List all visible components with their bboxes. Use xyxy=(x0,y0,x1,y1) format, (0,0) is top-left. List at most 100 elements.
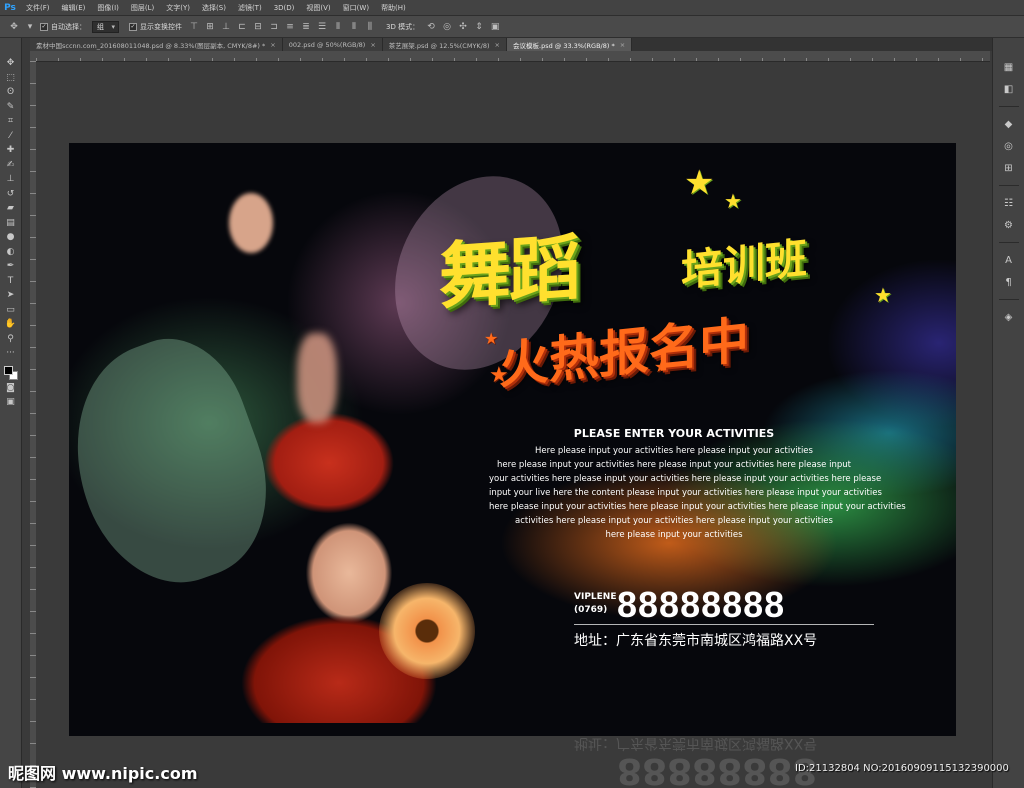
menu-3d[interactable]: 3D(D) xyxy=(268,4,301,12)
menu-help[interactable]: 帮助(H) xyxy=(375,3,412,13)
right-panel-strip: ▦ ◧ ◆ ◎ ⊞ ☷ ⚙ A ¶ ◈ xyxy=(992,38,1024,788)
slide-3d-icon[interactable]: ⇕ xyxy=(473,21,485,33)
brush-tool-icon[interactable]: ✍ xyxy=(3,158,19,173)
drag-3d-icon[interactable]: ✣ xyxy=(457,21,469,33)
pen-tool-icon[interactable]: ✒ xyxy=(3,259,19,274)
close-icon[interactable]: × xyxy=(495,41,500,49)
distribute-bottom-icon[interactable]: ☰ xyxy=(316,21,328,33)
hand-tool-icon[interactable]: ✋ xyxy=(3,317,19,332)
distribute-middle-icon[interactable]: ≣ xyxy=(300,21,312,33)
horizontal-ruler[interactable] xyxy=(36,51,990,62)
activities-line: your activities here please input your a… xyxy=(489,474,882,484)
divider xyxy=(998,185,1019,186)
tab-document-3[interactable]: 茶艺展架.psd @ 12.5%(CMYK/8) × xyxy=(382,38,507,51)
path-select-tool-icon[interactable]: ➤ xyxy=(3,288,19,303)
foreground-color-swatch[interactable] xyxy=(3,365,13,375)
3d-panel-icon[interactable]: ◈ xyxy=(1002,310,1016,324)
align-middle-icon[interactable]: ⊞ xyxy=(204,21,216,33)
show-transform-option[interactable]: ✓ 显示变换控件 xyxy=(129,22,182,32)
distribute-top-icon[interactable]: ≡ xyxy=(284,21,296,33)
divider xyxy=(998,242,1019,243)
close-icon[interactable]: × xyxy=(270,41,275,49)
show-transform-checkbox[interactable]: ✓ xyxy=(129,22,137,31)
menu-window[interactable]: 窗口(W) xyxy=(337,3,375,13)
menu-bar: Ps 文件(F) 编辑(E) 图像(I) 图层(L) 文字(Y) 选择(S) 滤… xyxy=(0,0,1024,16)
menu-view[interactable]: 视图(V) xyxy=(300,3,336,13)
star-icon: ★ xyxy=(484,329,499,348)
move-tool-icon[interactable]: ✥ xyxy=(3,56,19,71)
layers-panel-icon[interactable]: ◆ xyxy=(1002,117,1016,131)
canvas-area[interactable]: ★ ★ ★ ★ ★ ★ 舞蹈 培训班 火热报名中 PLEASE ENTER YO… xyxy=(36,62,992,788)
brand-name: VIPLENE xyxy=(574,592,617,602)
more-tools-icon[interactable]: ··· xyxy=(3,346,19,361)
align-left-icon[interactable]: ⊏ xyxy=(236,21,248,33)
screen-mode-icon[interactable]: ▣ xyxy=(3,395,19,410)
color-swatches[interactable] xyxy=(3,365,19,381)
rotate-3d-icon[interactable]: ⟲ xyxy=(425,21,437,33)
address-text: 地址：广东省东莞市南城区鸿福路XX号 xyxy=(574,633,818,649)
tab-document-2[interactable]: 002.psd @ 50%(RGB/8) × xyxy=(282,38,383,51)
roll-3d-icon[interactable]: ◎ xyxy=(441,21,453,33)
gradient-tool-icon[interactable]: ▤ xyxy=(3,216,19,231)
align-right-icon[interactable]: ⊐ xyxy=(268,21,280,33)
align-bottom-icon[interactable]: ⊥ xyxy=(220,21,232,33)
distribute-right-icon[interactable]: ⫼ xyxy=(364,21,376,33)
type-tool-icon[interactable]: T xyxy=(3,274,19,289)
auto-select-checkbox[interactable]: ✓ xyxy=(40,22,48,31)
channels-panel-icon[interactable]: ◎ xyxy=(1002,139,1016,153)
close-icon[interactable]: × xyxy=(370,41,375,49)
adjustments-panel-icon[interactable]: ☷ xyxy=(1002,196,1016,210)
auto-select-option[interactable]: ✓ 自动选择： xyxy=(40,22,86,32)
paragraph-panel-icon[interactable]: ¶ xyxy=(1002,275,1016,289)
auto-select-label: 自动选择： xyxy=(51,22,86,31)
quick-mask-icon[interactable]: ◙ xyxy=(3,381,19,396)
dodge-tool-icon[interactable]: ◐ xyxy=(3,245,19,260)
clone-stamp-tool-icon[interactable]: ⊥ xyxy=(3,172,19,187)
activities-line: here please input your activities here p… xyxy=(489,502,906,512)
eraser-tool-icon[interactable]: ▰ xyxy=(3,201,19,216)
lasso-tool-icon[interactable]: ʘ xyxy=(3,85,19,100)
auto-select-dropdown[interactable]: 组 xyxy=(92,20,119,33)
dancer-arm xyxy=(229,193,273,253)
eyedropper-tool-icon[interactable]: ⁄ xyxy=(3,129,19,144)
close-icon[interactable]: × xyxy=(620,41,625,49)
distribute-center-icon[interactable]: ⦀ xyxy=(348,21,360,33)
scale-3d-icon[interactable]: ▣ xyxy=(489,21,501,33)
align-center-icon[interactable]: ⊟ xyxy=(252,21,264,33)
tab-document-1[interactable]: 素材中国sccnn.com_20160801104​8.psd @ 8.33%(… xyxy=(30,38,283,51)
distribute-left-icon[interactable]: ⫴ xyxy=(332,21,344,33)
site-watermark: 昵图网 www.nipic.com xyxy=(8,764,198,783)
blur-tool-icon[interactable]: ● xyxy=(3,230,19,245)
zoom-tool-icon[interactable]: ⚲ xyxy=(3,332,19,347)
align-top-icon[interactable]: ⊤ xyxy=(188,21,200,33)
menu-layer[interactable]: 图层(L) xyxy=(125,3,160,13)
history-panel-icon[interactable]: ▦ xyxy=(1002,60,1016,74)
shape-tool-icon[interactable]: ▭ xyxy=(3,303,19,318)
quick-select-tool-icon[interactable]: ✎ xyxy=(3,100,19,115)
star-icon: ★ xyxy=(684,163,715,203)
menu-select[interactable]: 选择(S) xyxy=(196,3,232,13)
tab-document-4[interactable]: 会议模板.psd @ 33.3%(RGB/8) * × xyxy=(507,38,633,51)
poster-artwork[interactable]: ★ ★ ★ ★ ★ ★ 舞蹈 培训班 火热报名中 PLEASE ENTER YO… xyxy=(69,143,956,736)
history-brush-tool-icon[interactable]: ↺ xyxy=(3,187,19,202)
properties-panel-icon[interactable]: ⚙ xyxy=(1002,218,1016,232)
activities-line: Here please input your activities here p… xyxy=(535,446,813,456)
menu-type[interactable]: 文字(Y) xyxy=(160,3,196,13)
menu-file[interactable]: 文件(F) xyxy=(20,3,56,13)
healing-brush-tool-icon[interactable]: ✚ xyxy=(3,143,19,158)
move-tool-icon[interactable]: ✥ xyxy=(8,21,20,33)
character-panel-icon[interactable]: A xyxy=(1002,253,1016,267)
marquee-tool-icon[interactable]: ⬚ xyxy=(3,71,19,86)
menu-edit[interactable]: 编辑(E) xyxy=(56,3,92,13)
color-panel-icon[interactable]: ◧ xyxy=(1002,82,1016,96)
tool-preset-dropdown-icon[interactable]: ▾ xyxy=(24,21,36,33)
menu-filter[interactable]: 滤镜(T) xyxy=(232,3,268,13)
paths-panel-icon[interactable]: ⊞ xyxy=(1002,161,1016,175)
tools-panel: ✥ ⬚ ʘ ✎ ⌗ ⁄ ✚ ✍ ⊥ ↺ ▰ ▤ ● ◐ ✒ T ➤ ▭ ✋ ⚲ … xyxy=(0,38,22,788)
poster-title-training-class: 培训班 xyxy=(681,233,808,296)
menu-image[interactable]: 图像(I) xyxy=(91,3,125,13)
star-icon: ★ xyxy=(724,189,742,213)
poster-title-dance: 舞蹈 xyxy=(439,225,580,319)
phone-number: 88888888 xyxy=(617,584,786,625)
crop-tool-icon[interactable]: ⌗ xyxy=(3,114,19,129)
